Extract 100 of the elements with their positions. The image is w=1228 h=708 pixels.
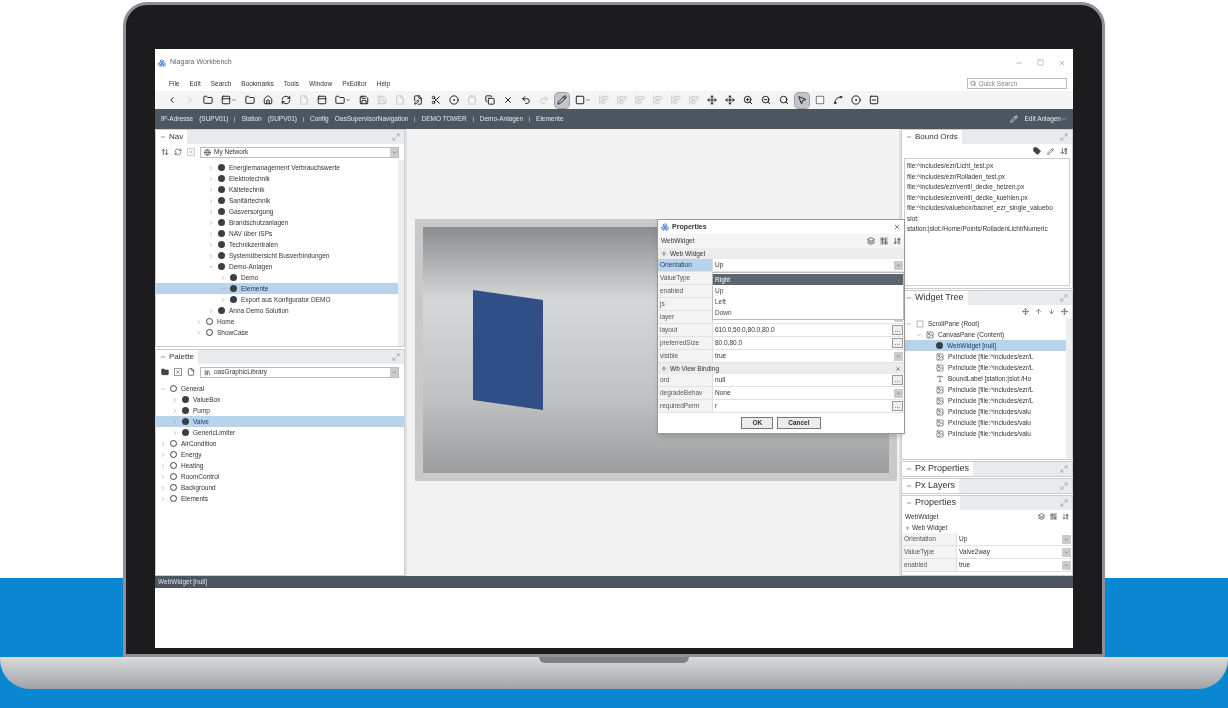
edit-icon[interactable]	[1047, 147, 1054, 155]
pencil-icon	[557, 95, 567, 105]
close-icon[interactable]	[893, 223, 901, 231]
maximize-icon[interactable]	[392, 133, 400, 141]
image-frame-icon	[936, 396, 944, 405]
sync-icon[interactable]	[161, 148, 169, 156]
file-pen-icon	[413, 95, 423, 105]
save-icon	[377, 95, 387, 105]
file-icon	[395, 95, 405, 105]
forward-icon	[185, 95, 195, 105]
close-icon[interactable]	[895, 365, 901, 372]
maximize-icon[interactable]	[1060, 482, 1068, 490]
zoom-in-icon	[743, 95, 753, 105]
sort-icon[interactable]	[880, 237, 888, 245]
image-frame-icon	[936, 352, 944, 361]
align-icon	[689, 95, 699, 105]
label-icon	[936, 374, 944, 383]
close-icon[interactable]	[174, 368, 182, 376]
image-frame-icon	[936, 363, 944, 372]
search-icon	[779, 95, 789, 105]
maximize-icon[interactable]	[1060, 294, 1068, 302]
align-icon	[653, 95, 663, 105]
frame-icon	[916, 319, 924, 328]
app-icon	[158, 58, 166, 67]
panel-title: Px Properties	[915, 462, 970, 476]
toolbar-button[interactable]	[795, 92, 809, 108]
panel-title: Nav	[169, 131, 184, 143]
caret-icon	[231, 97, 237, 103]
panel-tab[interactable]: Palette	[156, 350, 198, 364]
move-icon[interactable]	[1022, 308, 1029, 315]
pencil-icon	[1010, 115, 1019, 123]
panel-icon	[317, 95, 327, 105]
zoom-out-icon	[761, 95, 771, 105]
maximize-icon[interactable]	[1060, 465, 1068, 473]
clipboard-icon	[467, 95, 477, 105]
save-icon	[359, 95, 369, 105]
toolbar-button[interactable]	[411, 92, 425, 108]
sort-alpha-icon[interactable]	[1062, 513, 1069, 520]
image-frame-icon	[936, 385, 944, 394]
close-icon[interactable]	[1058, 58, 1066, 67]
down-icon[interactable]	[1048, 308, 1055, 315]
image-frame-icon	[936, 407, 944, 416]
align-icon	[635, 95, 645, 105]
folder-icon[interactable]	[161, 368, 169, 376]
file-icon[interactable]	[187, 368, 195, 376]
maximize-icon[interactable]	[1060, 499, 1068, 507]
caret-icon	[585, 97, 591, 103]
move-icon	[707, 95, 717, 105]
marquee-icon	[815, 95, 825, 105]
stop-icon	[869, 95, 879, 105]
close-icon	[503, 95, 513, 105]
target-icon	[851, 95, 861, 105]
canvas-icon	[926, 330, 934, 339]
panel-tab[interactable]: Nav	[156, 130, 188, 144]
refresh-icon	[281, 95, 291, 105]
sort-alpha-icon[interactable]	[1060, 147, 1068, 155]
redo-icon	[539, 95, 549, 105]
toolbar-button[interactable]	[705, 92, 719, 108]
collapse-icon	[906, 466, 912, 472]
panel-title: Properties	[915, 496, 957, 510]
collapse-icon	[160, 354, 166, 360]
layers-icon[interactable]	[867, 237, 875, 245]
up-icon[interactable]	[1035, 308, 1042, 315]
panel-title: Bound Ords	[915, 131, 958, 143]
move-icon[interactable]	[1061, 308, 1068, 315]
folder-icon	[335, 95, 345, 105]
caret-icon	[345, 97, 351, 103]
connector-icon	[833, 95, 843, 105]
align-icon	[617, 95, 627, 105]
refresh-icon[interactable]	[174, 148, 182, 156]
collapse-icon	[905, 525, 910, 531]
sort-icon[interactable]	[1050, 513, 1057, 520]
app-icon	[661, 223, 669, 231]
collapse-icon	[160, 134, 166, 140]
toolbar-button[interactable]	[483, 92, 497, 108]
panel-tab[interactable]: Properties	[902, 496, 961, 510]
library-icon	[204, 368, 211, 376]
layers-icon[interactable]	[1038, 513, 1045, 520]
panel-tab[interactable]: Bound Ords	[902, 130, 962, 144]
search-icon	[970, 80, 977, 87]
panel-tab[interactable]: Widget Tree	[902, 291, 968, 305]
maximize-icon[interactable]	[1037, 59, 1044, 66]
maximize-icon[interactable]	[392, 353, 400, 361]
folder-icon	[203, 95, 213, 105]
sort-alpha-icon[interactable]	[893, 237, 901, 245]
maximize-icon[interactable]	[1060, 133, 1068, 141]
move-icon	[725, 95, 735, 105]
collapse-icon	[661, 250, 667, 257]
image-frame-icon	[936, 429, 944, 438]
back-icon	[167, 95, 177, 105]
copy-icon	[485, 95, 495, 105]
target-icon	[449, 95, 459, 105]
panel-tab[interactable]: Px Properties	[902, 462, 974, 476]
toolbar-button[interactable]	[723, 92, 737, 108]
scissors-icon	[431, 95, 441, 105]
tag-icon[interactable]	[1033, 147, 1041, 155]
collapse-icon	[906, 295, 912, 301]
collapse-icon	[661, 365, 667, 372]
globe-icon	[204, 148, 211, 156]
panel-tab[interactable]: Px Layers	[902, 479, 960, 493]
